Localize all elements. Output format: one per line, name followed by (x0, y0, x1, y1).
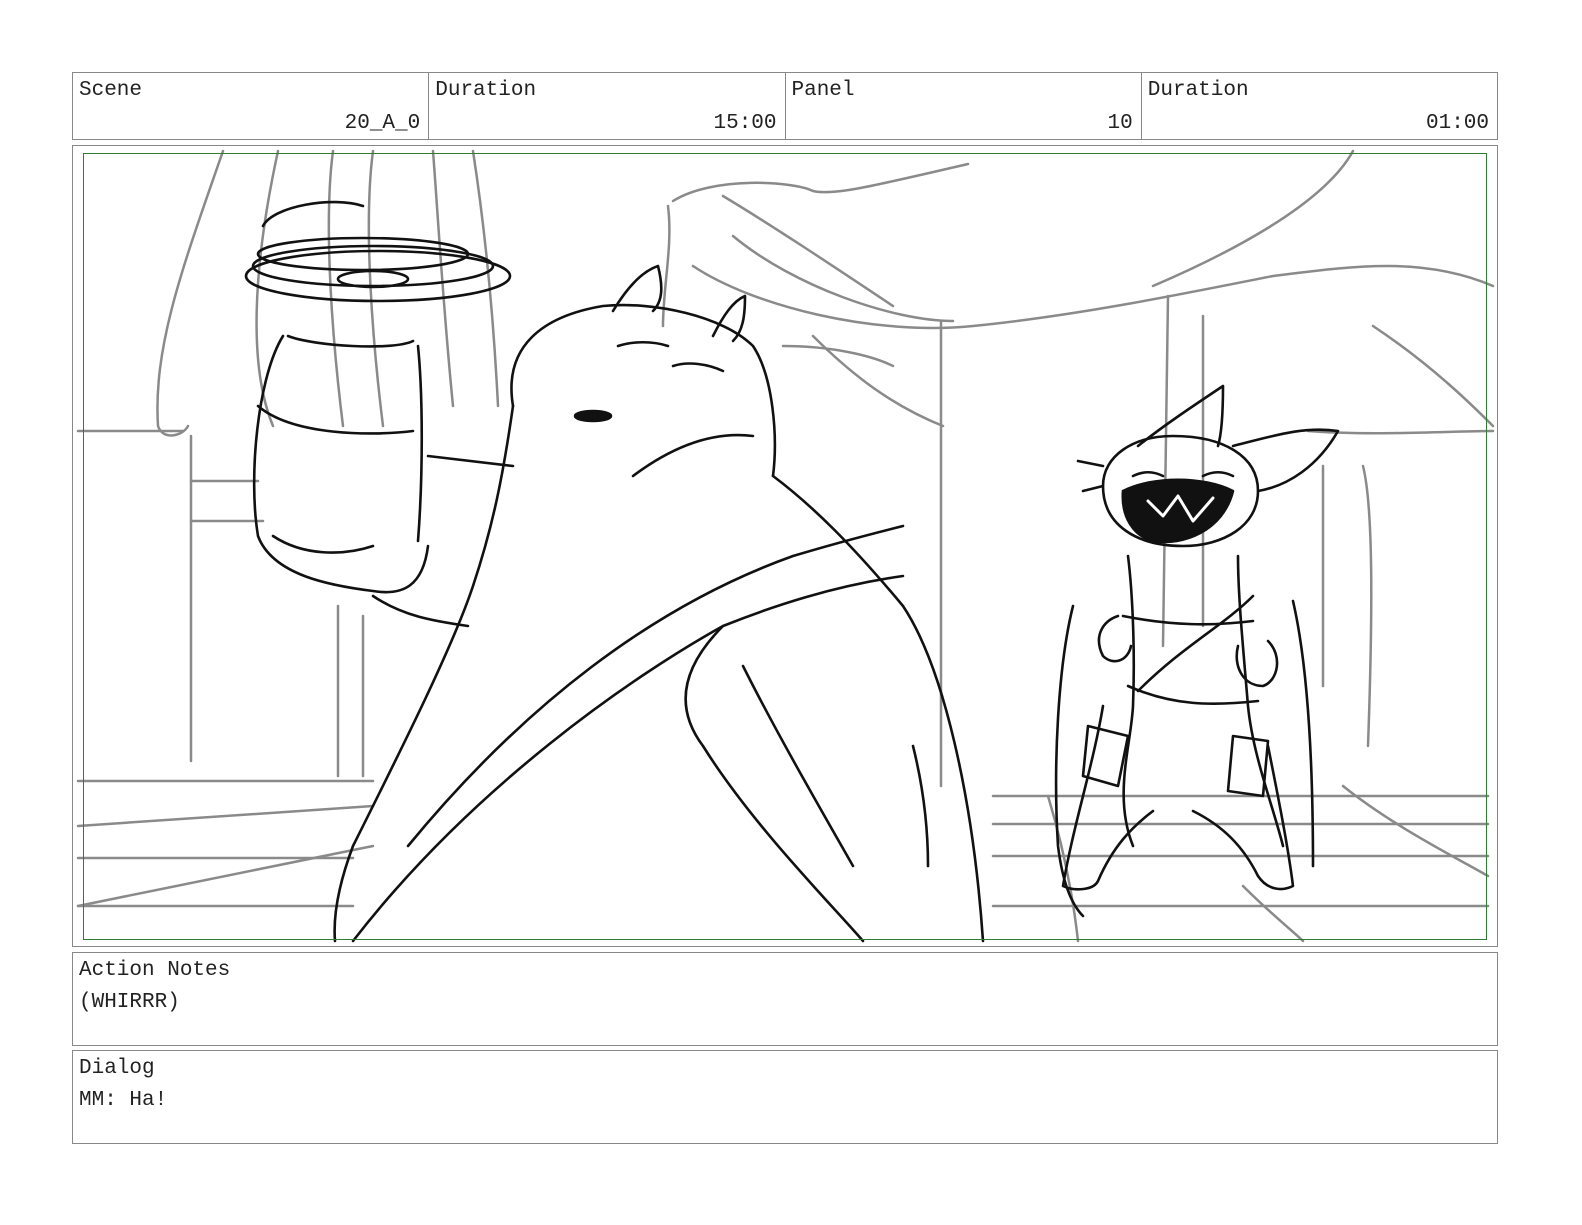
panel-sketch (76, 149, 1495, 943)
action-notes-box: Action Notes (WHIRRR) (72, 952, 1498, 1046)
spinning-disc (244, 249, 512, 303)
scene-duration-cell: Duration 15:00 (429, 73, 786, 139)
scene-duration-label: Duration (435, 79, 537, 102)
panel-cell: Panel 10 (786, 73, 1142, 139)
storyboard-header: Scene 20_A_0 Duration 15:00 Panel 10 Dur… (72, 72, 1498, 140)
scene-label: Scene (79, 79, 143, 102)
scene-cell: Scene 20_A_0 (73, 73, 430, 139)
panel-duration-value: 01:00 (1425, 112, 1489, 135)
foreground-sketch (244, 200, 1340, 943)
storyboard-panel (72, 145, 1498, 947)
big-character-head (510, 303, 777, 478)
big-character-sash (406, 524, 905, 848)
dialog-box: Dialog MM: Ha! (72, 1050, 1498, 1144)
scene-value: 20_A_0 (344, 112, 421, 135)
panel-duration-cell: Duration 01:00 (1142, 73, 1497, 139)
panel-value: 10 (1107, 112, 1133, 135)
dialog-label: Dialog (79, 1057, 155, 1080)
action-notes-label: Action Notes (79, 959, 231, 982)
action-notes-text: (WHIRRR) (79, 991, 180, 1014)
small-character-body (1122, 554, 1136, 848)
panel-duration-label: Duration (1147, 79, 1249, 102)
dialog-text: MM: Ha! (79, 1089, 168, 1112)
panel-label: Panel (791, 79, 855, 102)
scene-duration-value: 15:00 (713, 112, 777, 135)
